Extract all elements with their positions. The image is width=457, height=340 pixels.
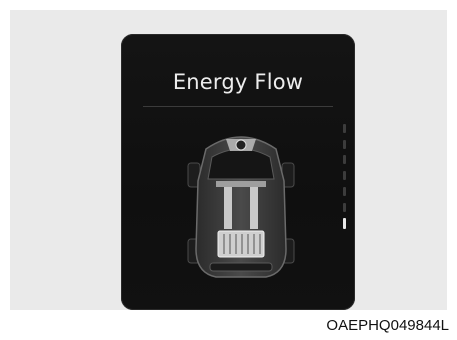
cluster-display: Energy Flow <box>121 34 355 310</box>
vehicle-energy-flow-icon <box>187 136 295 278</box>
battery-level-gauge <box>343 124 346 234</box>
battery-level-segment <box>343 124 346 133</box>
battery-level-segment <box>343 139 346 149</box>
figure-code: OAEPHQ049844L <box>326 317 449 334</box>
battery-level-segment <box>343 218 346 230</box>
battery-level-segment <box>343 186 346 196</box>
battery-level-segment <box>343 202 346 212</box>
title-divider <box>143 106 333 107</box>
battery-level-segment <box>343 171 346 181</box>
screen-title: Energy Flow <box>172 70 304 94</box>
battery-level-segment <box>343 155 346 165</box>
